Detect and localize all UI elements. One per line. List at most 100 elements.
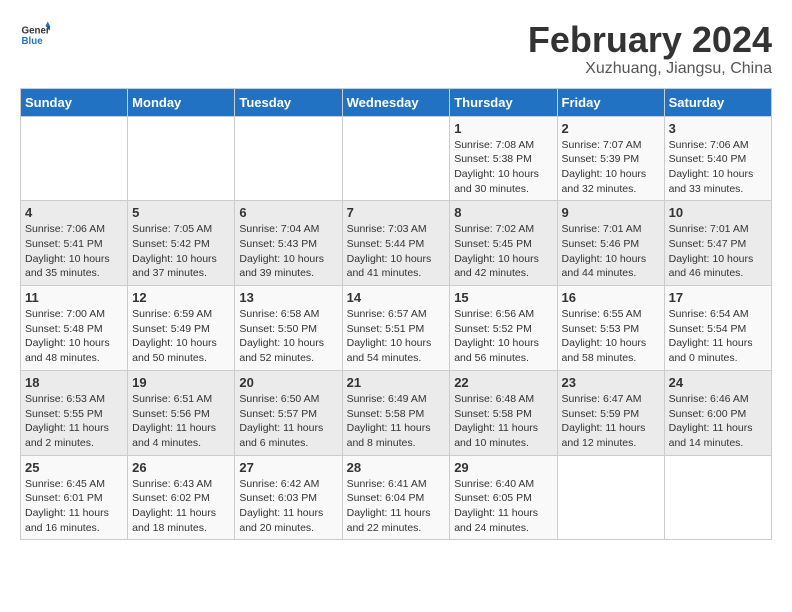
day-number: 20	[239, 375, 337, 390]
day-info: Sunrise: 7:07 AM Sunset: 5:39 PM Dayligh…	[562, 138, 660, 197]
calendar-week-5: 25 Sunrise: 6:45 AM Sunset: 6:01 PM Dayli…	[21, 455, 772, 540]
day-info: Sunrise: 6:41 AM Sunset: 6:04 PM Dayligh…	[347, 477, 446, 536]
day-number: 13	[239, 290, 337, 305]
header-sunday: Sunday	[21, 88, 128, 116]
page-subtitle: Xuzhuang, Jiangsu, China	[528, 60, 772, 78]
logo-icon: General Blue	[20, 20, 50, 50]
day-number: 6	[239, 205, 337, 220]
calendar-cell	[128, 116, 235, 201]
day-info: Sunrise: 6:40 AM Sunset: 6:05 PM Dayligh…	[454, 477, 552, 536]
day-number: 7	[347, 205, 446, 220]
day-info: Sunrise: 7:03 AM Sunset: 5:44 PM Dayligh…	[347, 222, 446, 281]
day-number: 8	[454, 205, 552, 220]
day-info: Sunrise: 7:01 AM Sunset: 5:47 PM Dayligh…	[669, 222, 767, 281]
calendar-week-1: 1 Sunrise: 7:08 AM Sunset: 5:38 PM Daylig…	[21, 116, 772, 201]
calendar-cell	[557, 455, 664, 540]
calendar-cell: 15 Sunrise: 6:56 AM Sunset: 5:52 PM Dayli…	[450, 286, 557, 371]
calendar-cell: 18 Sunrise: 6:53 AM Sunset: 5:55 PM Dayli…	[21, 370, 128, 455]
day-number: 21	[347, 375, 446, 390]
calendar-cell: 26 Sunrise: 6:43 AM Sunset: 6:02 PM Dayli…	[128, 455, 235, 540]
calendar-cell: 13 Sunrise: 6:58 AM Sunset: 5:50 PM Dayli…	[235, 286, 342, 371]
day-info: Sunrise: 7:01 AM Sunset: 5:46 PM Dayligh…	[562, 222, 660, 281]
day-info: Sunrise: 6:57 AM Sunset: 5:51 PM Dayligh…	[347, 307, 446, 366]
day-info: Sunrise: 6:45 AM Sunset: 6:01 PM Dayligh…	[25, 477, 123, 536]
day-number: 12	[132, 290, 230, 305]
calendar-cell: 12 Sunrise: 6:59 AM Sunset: 5:49 PM Dayli…	[128, 286, 235, 371]
day-number: 10	[669, 205, 767, 220]
day-number: 9	[562, 205, 660, 220]
day-info: Sunrise: 6:43 AM Sunset: 6:02 PM Dayligh…	[132, 477, 230, 536]
day-number: 18	[25, 375, 123, 390]
calendar-cell: 5 Sunrise: 7:05 AM Sunset: 5:42 PM Daylig…	[128, 201, 235, 286]
calendar-cell: 4 Sunrise: 7:06 AM Sunset: 5:41 PM Daylig…	[21, 201, 128, 286]
day-number: 16	[562, 290, 660, 305]
day-info: Sunrise: 6:59 AM Sunset: 5:49 PM Dayligh…	[132, 307, 230, 366]
day-number: 29	[454, 460, 552, 475]
day-number: 17	[669, 290, 767, 305]
calendar-cell: 17 Sunrise: 6:54 AM Sunset: 5:54 PM Dayli…	[664, 286, 771, 371]
calendar-table: SundayMondayTuesdayWednesdayThursdayFrid…	[20, 88, 772, 541]
header-tuesday: Tuesday	[235, 88, 342, 116]
calendar-cell: 10 Sunrise: 7:01 AM Sunset: 5:47 PM Dayli…	[664, 201, 771, 286]
day-info: Sunrise: 7:02 AM Sunset: 5:45 PM Dayligh…	[454, 222, 552, 281]
day-number: 28	[347, 460, 446, 475]
calendar-cell	[21, 116, 128, 201]
page-title: February 2024	[528, 20, 772, 60]
day-number: 4	[25, 205, 123, 220]
calendar-cell: 14 Sunrise: 6:57 AM Sunset: 5:51 PM Dayli…	[342, 286, 450, 371]
calendar-cell: 27Sunrise: 6:42 AM Sunset: 6:03 PM Dayli…	[235, 455, 342, 540]
calendar-cell: 7 Sunrise: 7:03 AM Sunset: 5:44 PM Daylig…	[342, 201, 450, 286]
calendar-cell: 1 Sunrise: 7:08 AM Sunset: 5:38 PM Daylig…	[450, 116, 557, 201]
calendar-cell: 21 Sunrise: 6:49 AM Sunset: 5:58 PM Dayli…	[342, 370, 450, 455]
day-info: Sunrise: 6:56 AM Sunset: 5:52 PM Dayligh…	[454, 307, 552, 366]
calendar-week-2: 4 Sunrise: 7:06 AM Sunset: 5:41 PM Daylig…	[21, 201, 772, 286]
calendar-cell: 11Sunrise: 7:00 AM Sunset: 5:48 PM Dayli…	[21, 286, 128, 371]
day-info: Sunrise: 6:55 AM Sunset: 5:53 PM Dayligh…	[562, 307, 660, 366]
calendar-header-row: SundayMondayTuesdayWednesdayThursdayFrid…	[21, 88, 772, 116]
calendar-cell: 28 Sunrise: 6:41 AM Sunset: 6:04 PM Dayli…	[342, 455, 450, 540]
day-number: 14	[347, 290, 446, 305]
day-info: Sunrise: 6:42 AM Sunset: 6:03 PM Dayligh…	[239, 477, 337, 536]
day-number: 3	[669, 121, 767, 136]
day-number: 23	[562, 375, 660, 390]
day-info: Sunrise: 6:50 AM Sunset: 5:57 PM Dayligh…	[239, 392, 337, 451]
day-number: 11	[25, 290, 123, 305]
header-saturday: Saturday	[664, 88, 771, 116]
calendar-cell	[664, 455, 771, 540]
calendar-cell: 24Sunrise: 6:46 AM Sunset: 6:00 PM Dayli…	[664, 370, 771, 455]
day-number: 25	[25, 460, 123, 475]
day-info: Sunrise: 7:06 AM Sunset: 5:40 PM Dayligh…	[669, 138, 767, 197]
header-friday: Friday	[557, 88, 664, 116]
day-info: Sunrise: 6:49 AM Sunset: 5:58 PM Dayligh…	[347, 392, 446, 451]
logo: General Blue	[20, 20, 50, 50]
day-info: Sunrise: 6:54 AM Sunset: 5:54 PM Dayligh…	[669, 307, 767, 366]
day-number: 24	[669, 375, 767, 390]
day-info: Sunrise: 6:58 AM Sunset: 5:50 PM Dayligh…	[239, 307, 337, 366]
calendar-cell: 29 Sunrise: 6:40 AM Sunset: 6:05 PM Dayli…	[450, 455, 557, 540]
calendar-cell: 9 Sunrise: 7:01 AM Sunset: 5:46 PM Daylig…	[557, 201, 664, 286]
day-info: Sunrise: 6:48 AM Sunset: 5:58 PM Dayligh…	[454, 392, 552, 451]
day-info: Sunrise: 6:53 AM Sunset: 5:55 PM Dayligh…	[25, 392, 123, 451]
day-number: 5	[132, 205, 230, 220]
calendar-week-4: 18 Sunrise: 6:53 AM Sunset: 5:55 PM Dayli…	[21, 370, 772, 455]
day-number: 1	[454, 121, 552, 136]
calendar-cell: 2 Sunrise: 7:07 AM Sunset: 5:39 PM Daylig…	[557, 116, 664, 201]
page-header: General Blue February 2024 Xuzhuang, Jia…	[20, 20, 772, 78]
day-number: 22	[454, 375, 552, 390]
day-info: Sunrise: 7:08 AM Sunset: 5:38 PM Dayligh…	[454, 138, 552, 197]
calendar-cell: 19 Sunrise: 6:51 AM Sunset: 5:56 PM Dayli…	[128, 370, 235, 455]
day-info: Sunrise: 7:06 AM Sunset: 5:41 PM Dayligh…	[25, 222, 123, 281]
calendar-cell	[235, 116, 342, 201]
day-number: 2	[562, 121, 660, 136]
day-number: 19	[132, 375, 230, 390]
header-wednesday: Wednesday	[342, 88, 450, 116]
day-info: Sunrise: 7:05 AM Sunset: 5:42 PM Dayligh…	[132, 222, 230, 281]
calendar-cell: 20 Sunrise: 6:50 AM Sunset: 5:57 PM Dayli…	[235, 370, 342, 455]
day-info: Sunrise: 7:04 AM Sunset: 5:43 PM Dayligh…	[239, 222, 337, 281]
day-number: 26	[132, 460, 230, 475]
day-info: Sunrise: 6:51 AM Sunset: 5:56 PM Dayligh…	[132, 392, 230, 451]
calendar-cell: 3 Sunrise: 7:06 AM Sunset: 5:40 PM Daylig…	[664, 116, 771, 201]
day-info: Sunrise: 6:47 AM Sunset: 5:59 PM Dayligh…	[562, 392, 660, 451]
day-number: 15	[454, 290, 552, 305]
title-area: February 2024 Xuzhuang, Jiangsu, China	[528, 20, 772, 78]
